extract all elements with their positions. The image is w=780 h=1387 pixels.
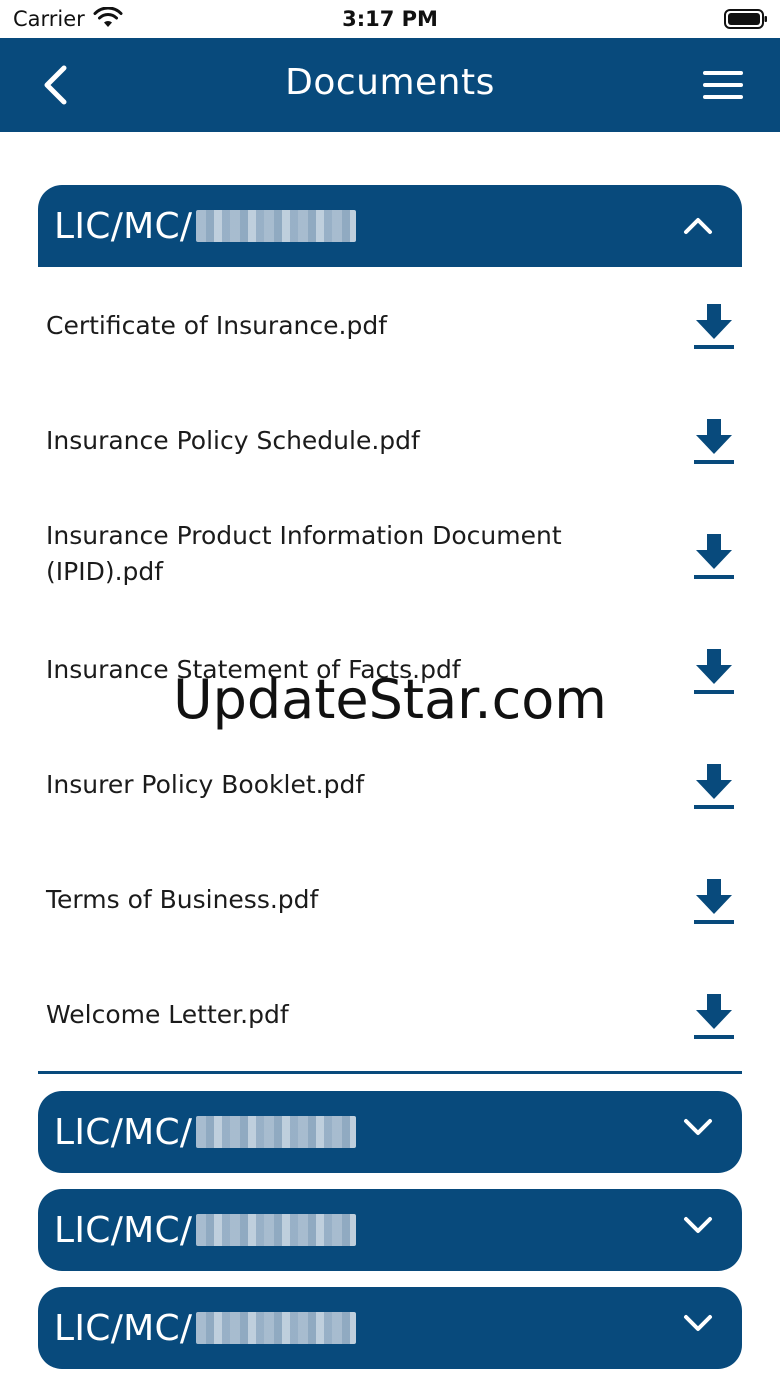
download-button[interactable] bbox=[688, 526, 740, 586]
download-icon bbox=[694, 304, 734, 349]
page-title: Documents bbox=[285, 62, 495, 103]
redacted-policy-number bbox=[196, 1312, 357, 1344]
policy-number-label: LIC/MC/ bbox=[54, 1307, 193, 1349]
watermark: UpdateStar.com bbox=[173, 668, 607, 731]
battery-icon bbox=[724, 9, 767, 29]
download-button[interactable] bbox=[688, 756, 740, 816]
download-button[interactable] bbox=[688, 871, 740, 931]
policy-number-label: LIC/MC/ bbox=[54, 205, 193, 247]
policy-number-label: LIC/MC/ bbox=[54, 1209, 193, 1251]
list-item[interactable]: Certificate of Insurance.pdf bbox=[38, 296, 742, 411]
download-icon bbox=[694, 764, 734, 809]
document-name: Welcome Letter.pdf bbox=[46, 1000, 289, 1029]
list-item[interactable]: Terms of Business.pdf bbox=[38, 871, 742, 986]
download-icon bbox=[694, 879, 734, 924]
chevron-down-icon bbox=[682, 1111, 714, 1143]
list-item[interactable]: Insurer Policy Booklet.pdf bbox=[38, 756, 742, 871]
policy-accordion-header[interactable]: LIC/MC/ bbox=[38, 1091, 742, 1173]
clock: 3:17 PM bbox=[342, 7, 438, 31]
download-button[interactable] bbox=[688, 296, 740, 356]
download-button[interactable] bbox=[688, 986, 740, 1046]
navigation-bar: Documents bbox=[0, 38, 780, 132]
list-divider bbox=[38, 1071, 742, 1074]
hamburger-menu-icon bbox=[703, 71, 743, 99]
chevron-down-icon bbox=[682, 1307, 714, 1339]
download-icon bbox=[694, 534, 734, 579]
policy-accordion-header[interactable]: LIC/MC/ bbox=[38, 1287, 742, 1369]
redacted-policy-number bbox=[196, 1214, 357, 1246]
list-item[interactable]: Welcome Letter.pdf bbox=[38, 986, 742, 1101]
status-bar: Carrier 3:17 PM bbox=[0, 0, 780, 38]
chevron-up-icon bbox=[682, 210, 714, 242]
download-button[interactable] bbox=[688, 411, 740, 471]
menu-button[interactable] bbox=[694, 63, 752, 107]
redacted-policy-number bbox=[196, 210, 357, 242]
policy-number-label: LIC/MC/ bbox=[54, 1111, 193, 1153]
download-icon bbox=[694, 994, 734, 1039]
policy-accordion-header[interactable]: LIC/MC/ bbox=[38, 185, 742, 267]
list-item[interactable]: Insurance Policy Schedule.pdf bbox=[38, 411, 742, 526]
policy-accordion-header[interactable]: LIC/MC/ bbox=[38, 1189, 742, 1271]
list-item[interactable]: Insurance Product Information Document (… bbox=[38, 521, 742, 641]
document-name: Insurance Policy Schedule.pdf bbox=[46, 426, 420, 455]
document-name: Insurance Product Information Document (… bbox=[46, 521, 562, 586]
chevron-down-icon bbox=[682, 1209, 714, 1241]
download-icon bbox=[694, 419, 734, 464]
redacted-policy-number bbox=[196, 1116, 357, 1148]
document-name: Terms of Business.pdf bbox=[46, 885, 319, 914]
document-name: Insurer Policy Booklet.pdf bbox=[46, 770, 365, 799]
document-name: Certificate of Insurance.pdf bbox=[46, 311, 387, 340]
